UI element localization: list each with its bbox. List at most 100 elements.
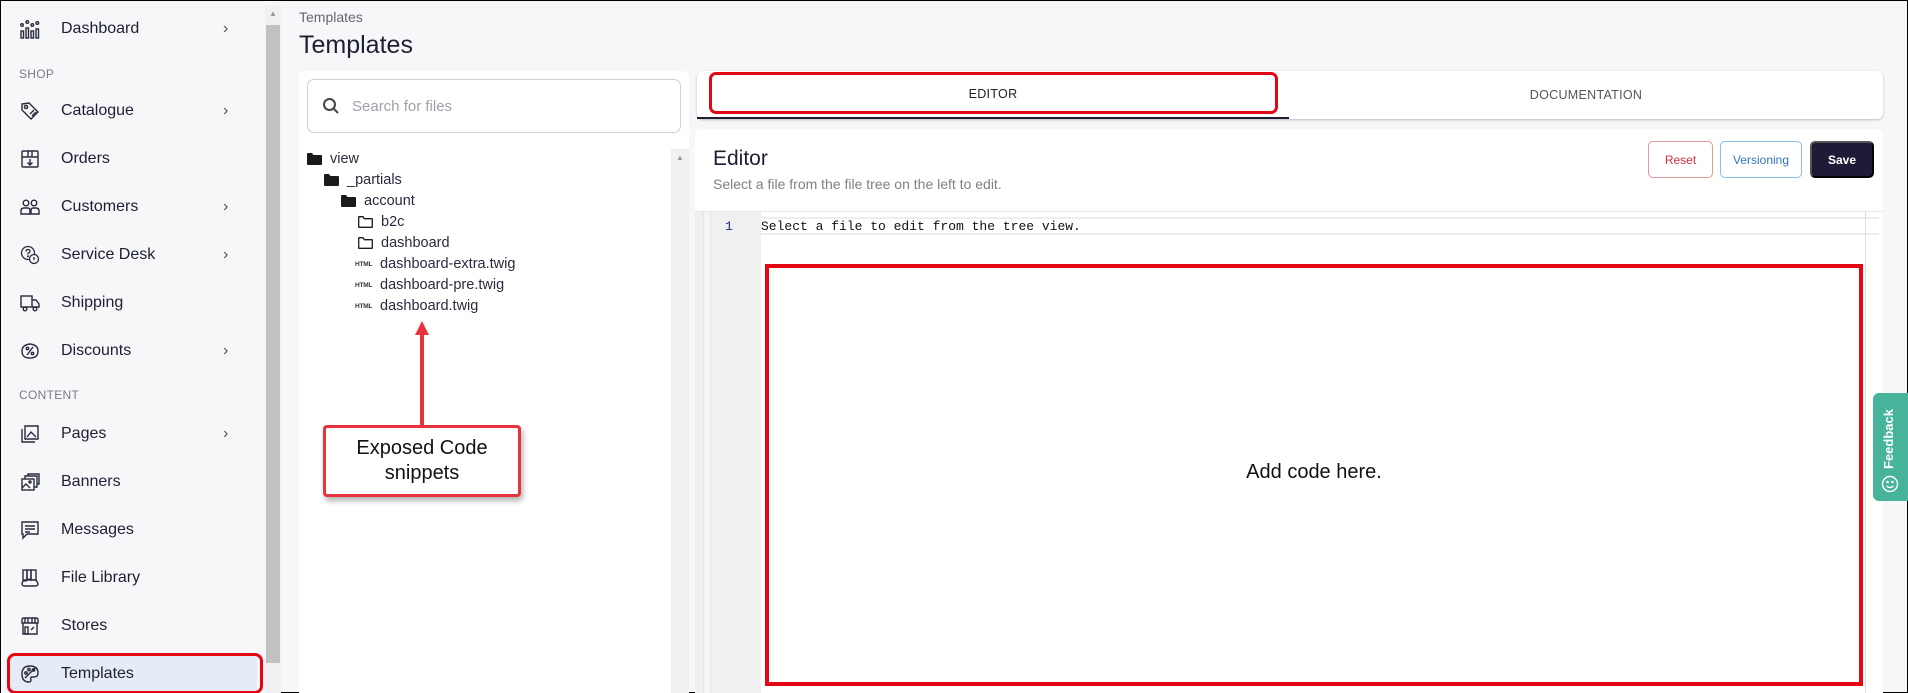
sidebar-scrollbar-thumb[interactable] [266, 25, 280, 663]
sidebar-item-label: Catalogue [61, 102, 134, 119]
line-number: 1 [725, 219, 733, 234]
banners-icon [19, 471, 41, 493]
palette-icon [19, 663, 41, 685]
code-editor[interactable]: 1 Select a file to edit from the tree vi… [695, 211, 1883, 693]
tree-node-label: dashboard-extra.twig [380, 256, 516, 272]
sidebar-item-label: Messages [61, 521, 134, 538]
pages-icon [19, 423, 41, 445]
help-chat-icon [19, 244, 41, 266]
chevron-right-icon: › [223, 102, 229, 119]
chevron-right-icon: › [223, 246, 229, 263]
sidebar-item-orders[interactable]: Orders [7, 139, 257, 179]
scroll-up-arrow-icon[interactable]: ▲ [676, 153, 684, 162]
sidebar-item-service-desk[interactable]: Service Desk › [7, 235, 257, 275]
annotation-arrow-icon [415, 321, 429, 427]
chevron-right-icon: › [223, 20, 229, 37]
chevron-right-icon: › [223, 342, 229, 359]
scroll-up-arrow-icon[interactable]: ▲ [269, 9, 277, 18]
sidebar-item-stores[interactable]: Stores [7, 606, 257, 646]
tree-node-folder[interactable]: b2c [358, 212, 404, 232]
sidebar-item-shipping[interactable]: Shipping [7, 283, 257, 323]
sidebar-item-templates[interactable]: Templates [7, 654, 257, 693]
code-line[interactable]: Select a file to edit from the tree view… [761, 219, 1081, 234]
editor-panel: Editor Select a file from the file tree … [695, 129, 1883, 693]
tree-node-label: account [364, 193, 415, 209]
search-input[interactable] [352, 97, 652, 115]
breadcrumb[interactable]: Templates [299, 9, 363, 25]
sidebar-item-label: Stores [61, 617, 108, 634]
discount-icon [19, 340, 41, 362]
editor-title: Editor [713, 147, 768, 170]
folder-outline-icon [358, 236, 374, 250]
tree-node-folder[interactable]: _partials [324, 170, 402, 190]
sidebar-item-label: File Library [61, 569, 141, 586]
tree-node-folder[interactable]: account [341, 191, 415, 211]
tag-icon [19, 100, 41, 122]
tree-scrollbar[interactable]: ▲ [671, 149, 689, 693]
editor-subtitle: Select a file from the file tree on the … [713, 176, 1002, 192]
sidebar-item-label: Orders [61, 150, 110, 167]
folder-outline-icon [358, 215, 374, 229]
sidebar-item-pages[interactable]: Pages › [7, 414, 257, 454]
search-field[interactable] [307, 79, 681, 133]
sidebar-scrollbar[interactable]: ▲ [265, 5, 281, 693]
section-label-shop: SHOP [19, 67, 55, 81]
feedback-button[interactable]: Feedback [1873, 393, 1908, 501]
annotation-callout: Exposed Code snippets [323, 425, 521, 497]
sidebar-item-file-library[interactable]: File Library [7, 558, 257, 598]
tree-node-folder[interactable]: dashboard [358, 233, 450, 253]
html-file-icon: HTML [355, 260, 373, 268]
folder-filled-icon [324, 173, 340, 187]
folder-filled-icon [307, 152, 323, 166]
tree-node-file[interactable]: HTML dashboard.twig [355, 296, 478, 316]
page-title: Templates [299, 31, 413, 59]
file-tree-panel: ▲ view _partials account b2c dashboard H… [299, 71, 689, 693]
versioning-button[interactable]: Versioning [1720, 141, 1802, 178]
sidebar-item-catalogue[interactable]: Catalogue › [7, 91, 257, 131]
sidebar-item-label: Templates [61, 665, 134, 682]
editor-tabs: EDITOR DOCUMENTATION [697, 71, 1883, 119]
chevron-right-icon: › [223, 198, 229, 215]
print-margin [1865, 212, 1866, 693]
sidebar-item-discounts[interactable]: Discounts › [7, 331, 257, 371]
folder-filled-icon [341, 194, 357, 208]
tree-node-file[interactable]: HTML dashboard-pre.twig [355, 275, 504, 295]
file-library-icon [19, 567, 41, 589]
sidebar-item-label: Banners [61, 473, 121, 490]
line-number-gutter: 1 [695, 212, 761, 693]
chevron-right-icon: › [223, 425, 229, 442]
sidebar-item-label: Dashboard [61, 20, 140, 37]
sidebar-item-banners[interactable]: Banners [7, 462, 257, 502]
dashboard-icon [19, 18, 41, 40]
sidebar-item-label: Service Desk [61, 246, 156, 263]
sidebar-item-customers[interactable]: Customers › [7, 187, 257, 227]
html-file-icon: HTML [355, 302, 373, 310]
save-button[interactable]: Save [1810, 141, 1874, 178]
section-label-content: CONTENT [19, 388, 80, 402]
tree-node-label: b2c [381, 214, 405, 230]
tree-node-label: dashboard.twig [380, 298, 479, 314]
users-icon [19, 196, 41, 218]
sidebar-item-label: Pages [61, 425, 107, 442]
message-icon [19, 519, 41, 541]
sidebar-item-label: Shipping [61, 294, 124, 311]
tab-editor[interactable]: EDITOR [697, 71, 1289, 119]
reset-button[interactable]: Reset [1648, 141, 1713, 178]
html-file-icon: HTML [355, 281, 373, 289]
tree-node-label: dashboard-pre.twig [380, 277, 505, 293]
tab-documentation[interactable]: DOCUMENTATION [1289, 71, 1883, 119]
sidebar-item-messages[interactable]: Messages [7, 510, 257, 550]
truck-icon [19, 292, 41, 314]
search-icon [323, 98, 339, 114]
sidebar: Dashboard › SHOP Catalogue › Orders Cust… [1, 1, 265, 693]
tree-node-file[interactable]: HTML dashboard-extra.twig [355, 254, 515, 274]
tree-node-label: view [330, 151, 360, 167]
sidebar-item-label: Customers [61, 198, 139, 215]
tree-node-label: dashboard [381, 235, 450, 251]
gutter-divider [703, 212, 711, 693]
sidebar-item-label: Discounts [61, 342, 132, 359]
tree-node-folder[interactable]: view [307, 149, 359, 169]
sidebar-item-dashboard[interactable]: Dashboard › [7, 9, 257, 49]
box-icon [19, 148, 41, 170]
store-icon [19, 615, 41, 637]
